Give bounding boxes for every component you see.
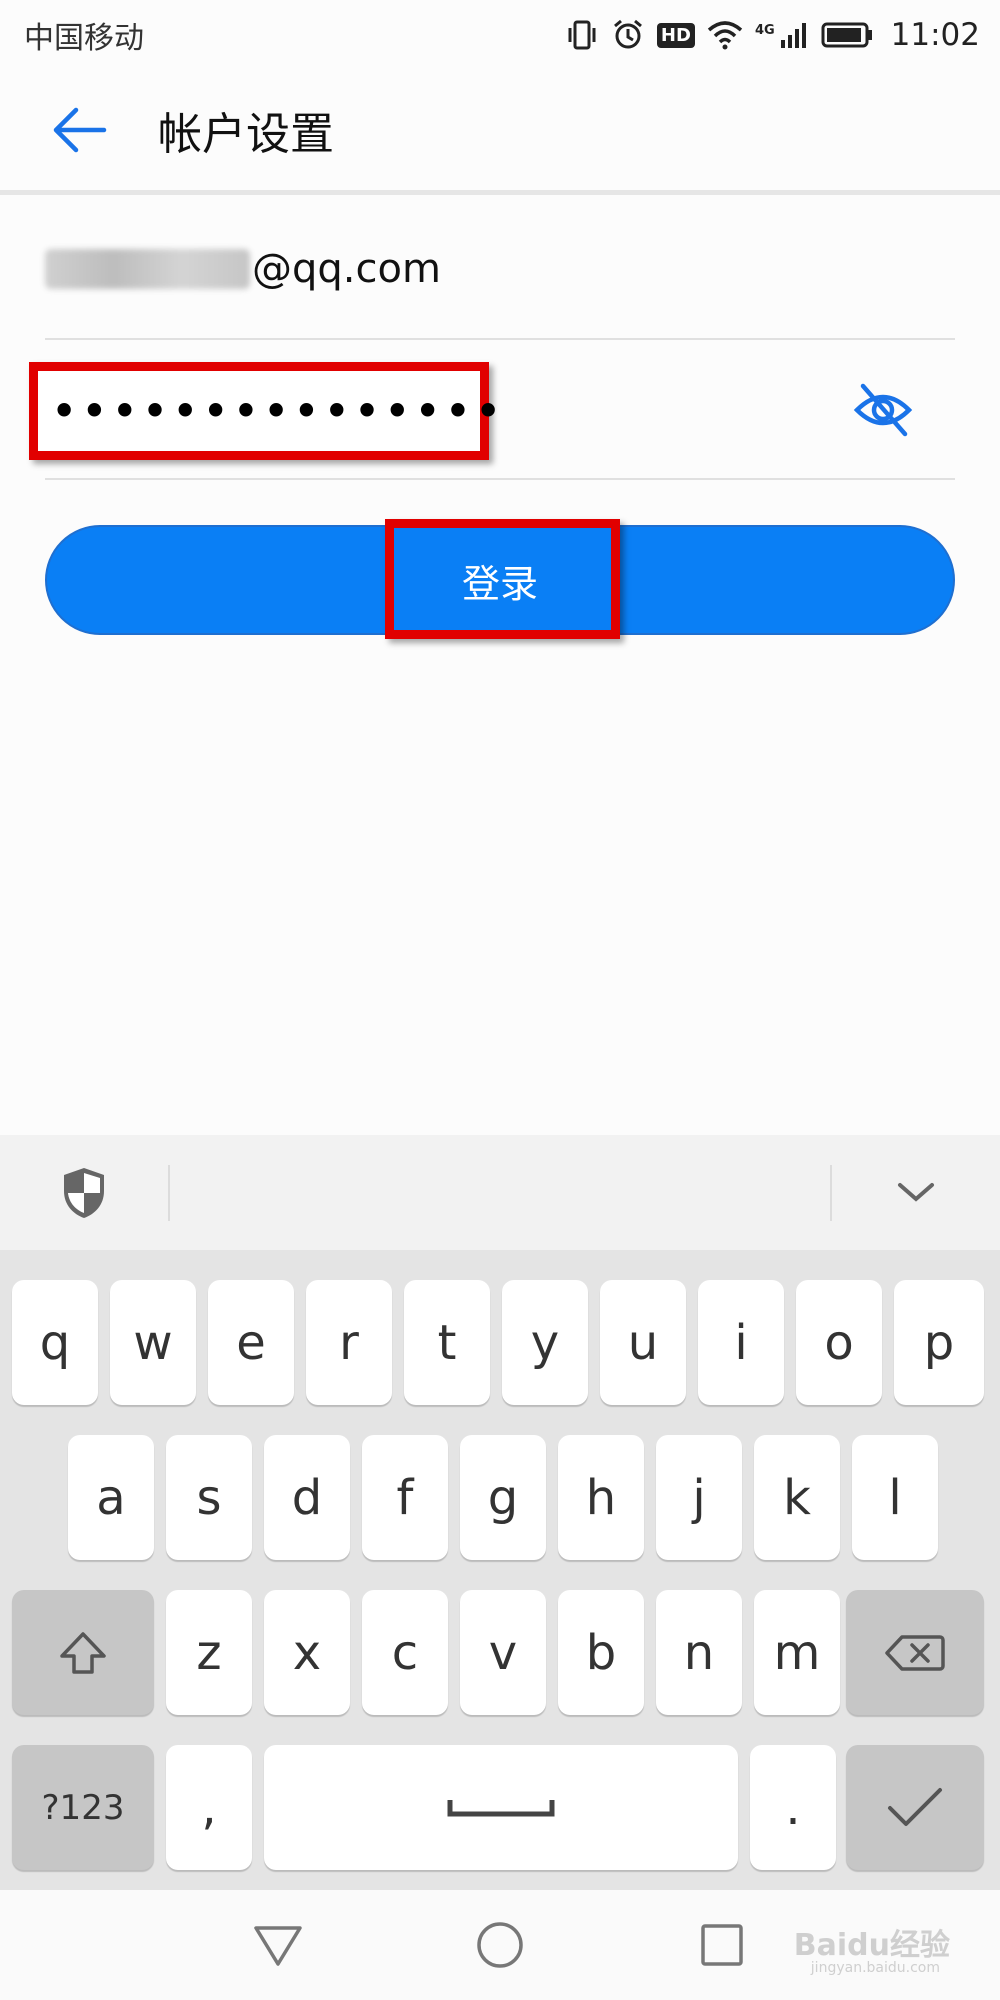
key-d[interactable]: d: [264, 1435, 350, 1560]
vibrate-icon: [568, 20, 596, 50]
keyboard-collapse-button[interactable]: [830, 1164, 1000, 1221]
key-x[interactable]: x: [264, 1590, 350, 1715]
password-row: •••••••••••••••: [29, 340, 955, 480]
shield-icon: [64, 1167, 104, 1218]
key-t[interactable]: t: [404, 1280, 490, 1405]
checkmark-icon: [888, 1787, 942, 1826]
email-field[interactable]: @qq.com: [45, 200, 955, 340]
nav-home-button[interactable]: [470, 1915, 530, 1975]
key-m[interactable]: m: [754, 1590, 840, 1715]
account-form: @qq.com ••••••••••••••• 登录: [29, 200, 955, 639]
shift-icon: [60, 1631, 106, 1674]
circle-home-icon: [477, 1922, 523, 1968]
square-recents-icon: [701, 1924, 743, 1966]
triangle-back-icon: [254, 1926, 302, 1966]
back-button[interactable]: [30, 80, 130, 180]
key-q[interactable]: q: [12, 1280, 98, 1405]
key-h[interactable]: h: [558, 1435, 644, 1560]
key-n[interactable]: n: [656, 1590, 742, 1715]
password-input[interactable]: •••••••••••••••: [29, 362, 500, 460]
status-bar: 中国移动 HD 4G 11:02: [0, 0, 1000, 70]
login-area: 登录: [45, 519, 955, 639]
blurred-username: [45, 249, 250, 289]
status-icons: HD 4G 11:02: [565, 17, 980, 53]
alarm-icon: [613, 19, 642, 49]
key-j[interactable]: j: [656, 1435, 742, 1560]
chevron-down-icon: [898, 1182, 934, 1202]
email-domain: @qq.com: [252, 246, 441, 292]
key-g[interactable]: g: [460, 1435, 546, 1560]
battery-icon: [821, 22, 872, 48]
wifi-icon: [707, 21, 743, 50]
eye-off-icon: [853, 383, 913, 437]
system-nav-bar: Baidu经验 jingyan.baidu.com: [0, 1890, 1000, 2000]
nav-back-button[interactable]: [248, 1915, 308, 1975]
password-mask: •••••••••••••••: [52, 389, 507, 433]
key-o[interactable]: o: [796, 1280, 882, 1405]
comma-key[interactable]: ,: [166, 1745, 252, 1870]
key-s[interactable]: s: [166, 1435, 252, 1560]
status-time: 11:02: [890, 17, 980, 53]
key-p[interactable]: p: [894, 1280, 984, 1405]
key-r[interactable]: r: [306, 1280, 392, 1405]
hd-icon: HD: [656, 22, 695, 48]
backspace-key[interactable]: [846, 1590, 984, 1715]
nav-recents-button[interactable]: [692, 1915, 752, 1975]
key-a[interactable]: a: [68, 1435, 154, 1560]
key-l[interactable]: l: [852, 1435, 938, 1560]
space-key[interactable]: [264, 1745, 738, 1870]
key-e[interactable]: e: [208, 1280, 294, 1405]
keyboard: q w e r t y u i o p a s d f g h j k l z …: [0, 1250, 1000, 1890]
watermark: Baidu经验: [793, 1928, 950, 1963]
backspace-icon: [885, 1634, 945, 1671]
key-z[interactable]: z: [166, 1590, 252, 1715]
enter-key[interactable]: [846, 1745, 984, 1870]
key-v[interactable]: v: [460, 1590, 546, 1715]
network-type: 4G: [754, 23, 775, 38]
key-b[interactable]: b: [558, 1590, 644, 1715]
keyboard-toolbar: [0, 1135, 1000, 1250]
period-key[interactable]: .: [750, 1745, 836, 1870]
space-bar-icon: [447, 1799, 555, 1816]
key-i[interactable]: i: [698, 1280, 784, 1405]
watermark-url: jingyan.baidu.com: [810, 1960, 940, 1976]
arrow-left-icon: [53, 107, 107, 153]
security-shield-button[interactable]: [0, 1164, 170, 1221]
key-f[interactable]: f: [362, 1435, 448, 1560]
page-title: 帐户设置: [158, 109, 334, 160]
key-u[interactable]: u: [600, 1280, 686, 1405]
key-w[interactable]: w: [110, 1280, 196, 1405]
login-label: 登录: [461, 561, 538, 606]
key-y[interactable]: y: [502, 1280, 588, 1405]
signal-icon: [780, 23, 806, 48]
key-k[interactable]: k: [754, 1435, 840, 1560]
app-bar: 帐户设置: [0, 70, 1000, 195]
shift-key[interactable]: [12, 1590, 154, 1715]
password-visibility-toggle[interactable]: [851, 380, 915, 440]
carrier-name: 中国移动: [24, 21, 144, 56]
login-button[interactable]: 登录: [45, 525, 955, 635]
symbols-key[interactable]: ?123: [12, 1745, 154, 1870]
key-c[interactable]: c: [362, 1590, 448, 1715]
